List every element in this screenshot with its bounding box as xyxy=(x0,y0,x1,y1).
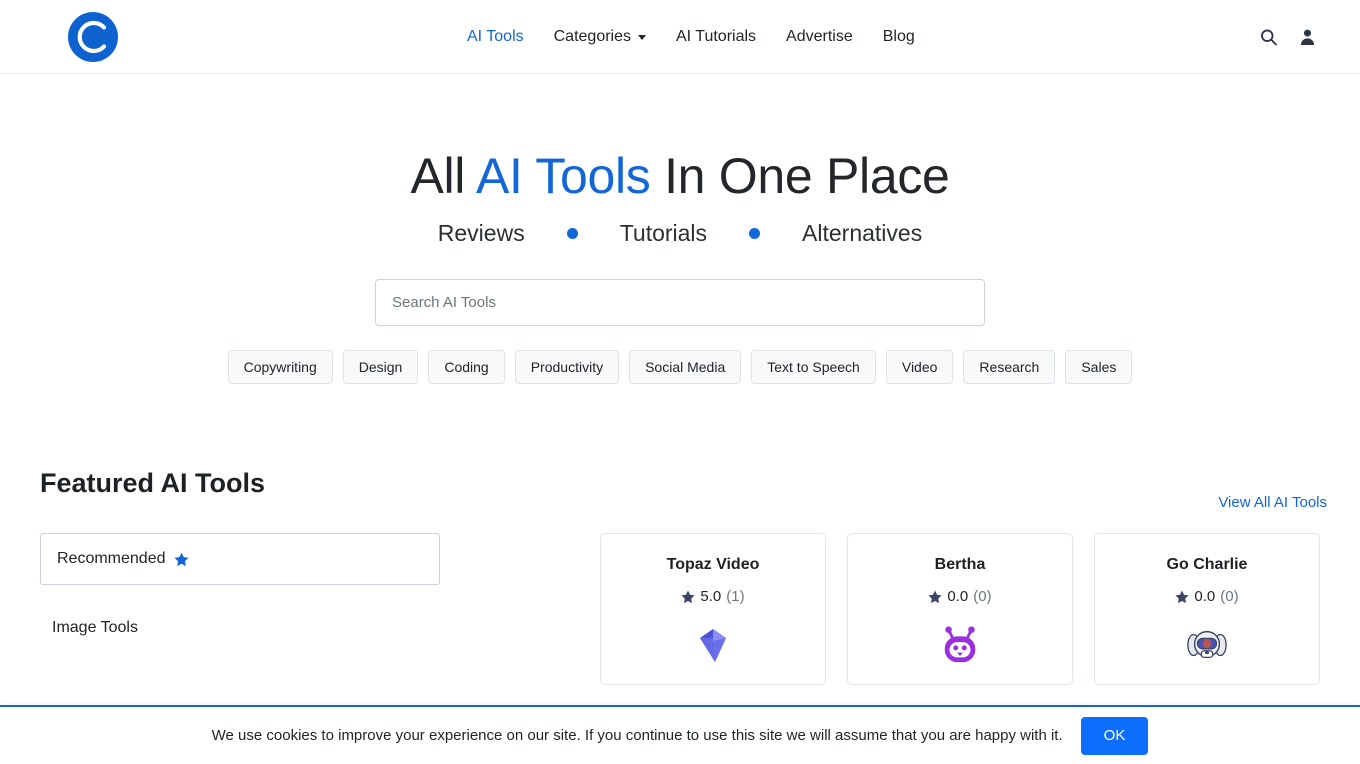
search-icon[interactable] xyxy=(1260,28,1277,45)
dog-mascot-logo-icon xyxy=(1187,630,1227,659)
bullet-dot-icon xyxy=(566,227,578,239)
tool-logo xyxy=(1095,623,1319,667)
chip-video[interactable]: Video xyxy=(885,350,954,384)
chip-sales[interactable]: Sales xyxy=(1065,350,1133,384)
chip-text-to-speech[interactable]: Text to Speech xyxy=(751,350,876,384)
chip-productivity[interactable]: Productivity xyxy=(514,350,620,384)
brand-logo[interactable] xyxy=(68,11,118,62)
nav-label: AI Tutorials xyxy=(676,27,757,45)
view-all-ai-tools-link[interactable]: View All AI Tools xyxy=(1218,492,1327,514)
nav-item-blog[interactable]: Blog xyxy=(868,19,930,55)
star-icon xyxy=(928,590,942,604)
featured-heading: Featured AI Tools xyxy=(40,468,266,498)
main-navigation: AI Tools Categories AI Tutorials Adverti… xyxy=(452,19,930,55)
bullet-dot-icon xyxy=(749,227,761,239)
star-icon xyxy=(681,590,695,604)
nav-label: Categories xyxy=(553,27,631,45)
hero-section: All AI Tools In One Place Reviews Tutori… xyxy=(0,74,1360,384)
tool-card-go-charlie[interactable]: Go Charlie 0.0 (0) xyxy=(1094,533,1320,685)
title-part-after: In One Place xyxy=(650,148,950,204)
category-chip-row: Copywriting Design Coding Productivity S… xyxy=(0,350,1360,384)
tool-logo xyxy=(848,623,1072,667)
chip-research[interactable]: Research xyxy=(963,350,1056,384)
nav-item-advertise[interactable]: Advertise xyxy=(771,19,868,55)
nav-label: Advertise xyxy=(786,27,853,45)
rating-count: (0) xyxy=(1220,588,1239,605)
nav-label: Blog xyxy=(882,27,915,45)
nav-item-ai-tutorials[interactable]: AI Tutorials xyxy=(661,19,771,55)
sidebar-item-image-tools[interactable]: Image Tools xyxy=(40,618,600,638)
tool-name: Bertha xyxy=(934,556,986,573)
tool-rating: 5.0 (1) xyxy=(601,587,825,607)
tool-name: Go Charlie xyxy=(1166,556,1248,573)
cookie-consent-bar: We use cookies to improve your experienc… xyxy=(0,705,1360,764)
user-icon[interactable] xyxy=(1299,28,1316,45)
chip-copywriting[interactable]: Copywriting xyxy=(227,350,333,384)
featured-card-list: Topaz Video 5.0 (1) Bertha 0.0 (0) Go Ch… xyxy=(600,533,1320,685)
hero-subtitle: Reviews Tutorials Alternatives xyxy=(0,218,1360,248)
star-icon xyxy=(173,552,189,566)
subtitle-tutorials: Tutorials xyxy=(619,220,708,246)
rating-value: 5.0 xyxy=(700,588,722,605)
nav-item-ai-tools[interactable]: AI Tools xyxy=(452,19,539,55)
featured-body: Recommended Image Tools Topaz Video 5.0 … xyxy=(40,533,1320,685)
tool-card-bertha[interactable]: Bertha 0.0 (0) xyxy=(847,533,1073,685)
featured-section: Featured AI Tools View All AI Tools Reco… xyxy=(0,466,1360,685)
circle-c-logo-icon xyxy=(68,11,118,62)
search-container xyxy=(375,279,985,326)
chip-social-media[interactable]: Social Media xyxy=(629,350,742,384)
search-input[interactable] xyxy=(375,279,985,326)
tool-name: Topaz Video xyxy=(666,556,760,573)
tool-rating: 0.0 (0) xyxy=(1095,587,1319,607)
rating-count: (1) xyxy=(726,588,745,605)
header-actions xyxy=(1260,28,1316,45)
featured-sidebar: Recommended Image Tools xyxy=(40,533,600,638)
tool-logo xyxy=(601,623,825,667)
cookie-message: We use cookies to improve your experienc… xyxy=(211,726,1063,744)
rating-value: 0.0 xyxy=(947,588,969,605)
tool-card-topaz-video[interactable]: Topaz Video 5.0 (1) xyxy=(600,533,826,685)
subtitle-reviews: Reviews xyxy=(437,220,525,246)
rating-value: 0.0 xyxy=(1194,588,1216,605)
rating-count: (0) xyxy=(973,588,992,605)
chevron-down-icon xyxy=(638,35,646,40)
nav-label: AI Tools xyxy=(467,27,524,45)
tool-rating: 0.0 (0) xyxy=(848,587,1072,607)
diamond-logo-icon xyxy=(700,629,726,662)
chip-design[interactable]: Design xyxy=(342,350,419,384)
subtitle-alternatives: Alternatives xyxy=(802,220,923,246)
robot-face-logo-icon xyxy=(944,626,976,663)
title-part-before: All xyxy=(410,148,476,204)
recommended-filter[interactable]: Recommended xyxy=(40,533,440,585)
cookie-accept-button[interactable]: OK xyxy=(1080,716,1149,755)
page-title: All AI Tools In One Place xyxy=(0,146,1360,206)
title-part-accent: AI Tools xyxy=(475,148,651,204)
chip-coding[interactable]: Coding xyxy=(428,350,505,384)
site-header: AI Tools Categories AI Tutorials Adverti… xyxy=(0,0,1360,74)
star-icon xyxy=(1175,590,1189,604)
nav-item-categories[interactable]: Categories xyxy=(539,19,661,55)
recommended-label: Recommended xyxy=(57,550,166,567)
